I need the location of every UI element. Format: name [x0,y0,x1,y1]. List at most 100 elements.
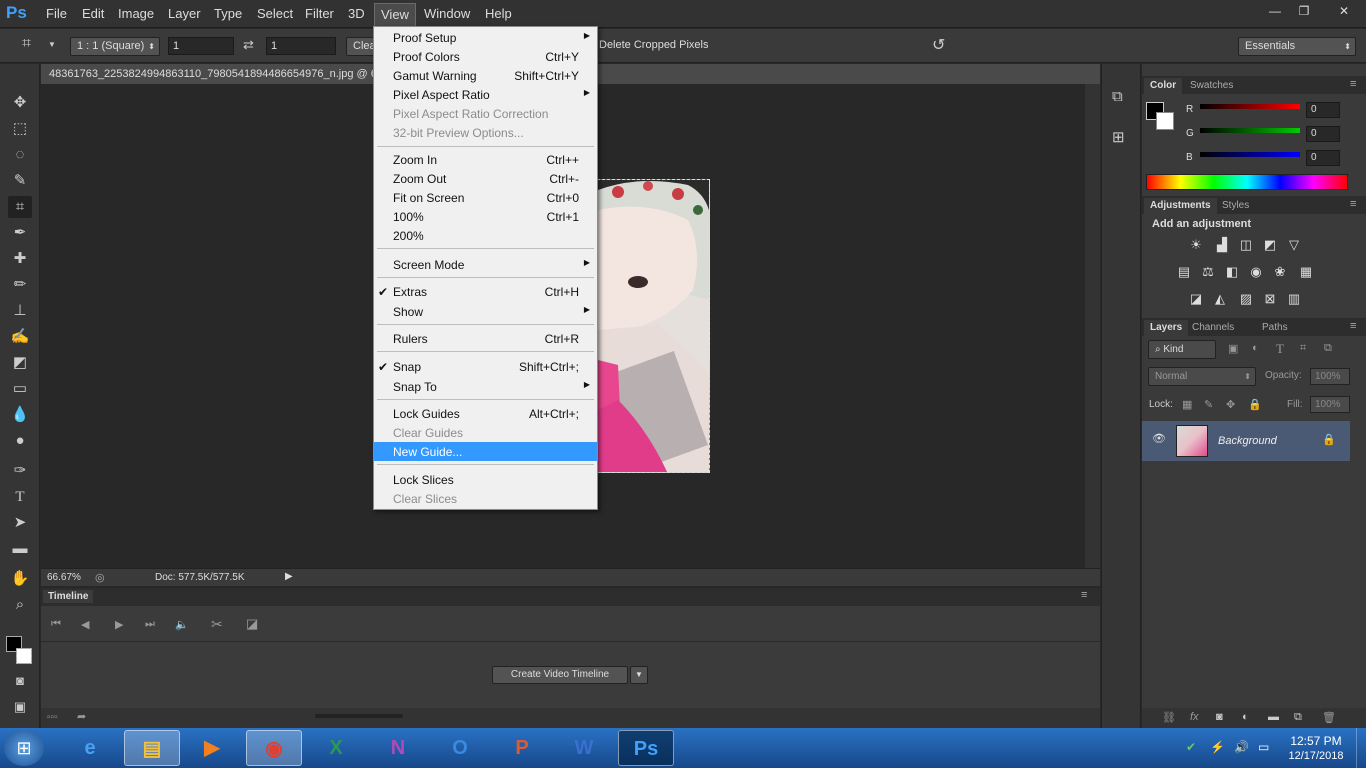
file-explorer-icon[interactable]: ▤ [124,730,180,766]
clear-button[interactable]: Clear [346,37,376,56]
filter-type-icon[interactable]: T [1276,341,1284,357]
restore-button[interactable]: ❐ [1290,2,1318,20]
hand-tool-icon[interactable]: ✋ [8,568,32,590]
menu-item-lock-guides[interactable]: Lock Guides Alt+Ctrl+; [374,404,597,423]
color-balance-icon[interactable]: ⚖ [1200,265,1216,279]
menu-select[interactable]: Select [257,6,293,21]
tab-color[interactable]: Color [1144,78,1183,94]
brightness-icon[interactable]: ☀ [1188,238,1204,252]
menu-item-lock-slices[interactable]: Lock Slices [374,470,597,489]
channel-b-slider[interactable] [1200,152,1300,157]
create-video-timeline-button[interactable]: Create Video Timeline [492,666,628,684]
menu-item-zoom-out[interactable]: Zoom Out Ctrl+- [374,169,597,188]
tab-channels[interactable]: Channels [1186,320,1240,336]
marquee-tool-icon[interactable]: ⬚ [8,118,32,140]
filter-shape-icon[interactable]: ⌗ [1300,342,1306,355]
menu-type[interactable]: Type [214,6,242,21]
delete-cropped-label[interactable]: Delete Cropped Pixels [599,39,708,51]
excel-icon[interactable]: X [308,730,364,766]
layer-name[interactable]: Background [1218,435,1277,447]
status-menu-arrow-icon[interactable]: ▶ [285,571,293,582]
gradient-map-icon[interactable]: ▥ [1286,292,1302,306]
path-select-tool-icon[interactable]: ➤ [8,512,32,534]
split-icon[interactable]: ✂ [211,616,223,633]
lock-position-icon[interactable]: ✥ [1226,398,1235,411]
black-white-icon[interactable]: ◧ [1224,265,1240,279]
screen-mode-icon[interactable]: ▣ [8,696,32,718]
menu-view[interactable]: View [374,3,416,27]
word-icon[interactable]: W [556,730,612,766]
lasso-tool-icon[interactable]: ◌ [8,144,32,166]
start-button-icon[interactable]: ⊞ [4,730,44,766]
menu-help[interactable]: Help [485,6,512,21]
minimize-button[interactable]: — [1261,2,1289,20]
filter-smart-icon[interactable]: ⧉ [1324,342,1332,355]
menu-filter[interactable]: Filter [305,6,334,21]
properties-panel-icon[interactable]: ⊞ [1112,128,1125,146]
visibility-eye-icon[interactable]: 👁 [1152,432,1166,445]
document-image[interactable] [597,179,710,473]
internet-explorer-icon[interactable]: e [62,730,118,766]
menu-item-screen-mode[interactable]: Screen Mode ▶ [374,255,597,274]
panel-menu-icon[interactable]: ≡ [1350,198,1356,210]
chevron-down-icon[interactable]: ▼ [48,40,56,49]
move-tool-icon[interactable]: ✥ [8,92,32,114]
fill-input[interactable]: 100% [1310,396,1350,413]
zoom-level[interactable]: 66.67% [47,572,81,583]
stamp-tool-icon[interactable]: ⊥ [8,300,32,322]
history-panel-icon[interactable]: ⧉ [1112,88,1123,105]
menu-file[interactable]: File [46,6,67,21]
menu-item-zoom-in[interactable]: Zoom In Ctrl++ [374,150,597,169]
fx-icon[interactable]: fx [1190,711,1199,723]
quick-select-tool-icon[interactable]: ✎ [8,170,32,192]
play-icon[interactable]: ▶ [115,618,123,631]
transition-icon[interactable]: ◪ [246,616,258,632]
menu-item-200-percent[interactable]: 200% [374,226,597,245]
channel-b-value[interactable]: 0 [1306,150,1340,166]
menu-image[interactable]: Image [118,6,154,21]
levels-icon[interactable]: ▟ [1214,238,1230,252]
timeline-dropdown-icon[interactable]: ▼ [630,666,648,684]
menu-3d[interactable]: 3D [348,6,365,21]
menu-layer[interactable]: Layer [168,6,201,21]
menu-item-proof-setup[interactable]: Proof Setup ▶ [374,28,597,47]
zoom-tool-icon[interactable]: ⌕ [8,594,32,616]
lock-image-icon[interactable]: ✎ [1204,398,1213,411]
gradient-tool-icon[interactable]: ▭ [8,378,32,400]
exposure-icon[interactable]: ◩ [1262,238,1278,252]
vertical-scrollbar[interactable] [1085,84,1100,568]
opacity-input[interactable]: 100% [1310,368,1350,385]
panel-menu-icon[interactable]: ≡ [1081,589,1087,601]
quick-mask-icon[interactable]: ◙ [8,670,32,692]
channel-r-slider[interactable] [1200,104,1300,109]
previous-frame-icon[interactable]: ◀ [81,618,89,631]
lock-transparent-icon[interactable]: ▦ [1182,398,1192,411]
blend-mode-select[interactable]: Normal ⬍ [1148,367,1256,386]
first-frame-icon[interactable]: ⏮ [51,618,61,631]
media-player-icon[interactable]: ▶ [184,730,240,766]
new-adjustment-icon[interactable]: ◐ [1242,711,1249,723]
tab-styles[interactable]: Styles [1216,198,1255,214]
crop-tool-icon[interactable]: ⌗ [22,35,31,53]
background-color-swatch[interactable] [16,648,32,664]
panel-menu-icon[interactable]: ≡ [1350,78,1356,90]
link-layers-icon[interactable]: ⛓ [1162,711,1176,724]
filter-pixel-icon[interactable]: ▣ [1228,342,1238,355]
convert-icon[interactable]: ➦ [77,710,86,723]
color-spectrum[interactable] [1146,174,1348,190]
blur-tool-icon[interactable]: 💧 [8,404,32,426]
selective-color-icon[interactable]: ⊠ [1262,292,1278,306]
clock-date[interactable]: 12/17/2018 [1284,750,1348,762]
photo-filter-icon[interactable]: ◉ [1248,265,1264,279]
history-brush-tool-icon[interactable]: ✍ [8,326,32,348]
crop-tool-icon[interactable]: ⌗ [8,196,32,218]
tab-layers[interactable]: Layers [1144,320,1189,336]
width-input[interactable]: 1 [168,37,234,55]
new-layer-icon[interactable]: ⧉ [1294,711,1302,724]
status-icon[interactable]: ◎ [95,571,105,584]
power-tray-icon[interactable]: ⚡ [1210,740,1225,754]
eyedropper-tool-icon[interactable]: ✒ [8,222,32,244]
frames-icon[interactable]: ▫▫▫ [47,712,58,723]
background-color-swatch[interactable] [1156,112,1174,130]
menu-window[interactable]: Window [424,6,470,21]
